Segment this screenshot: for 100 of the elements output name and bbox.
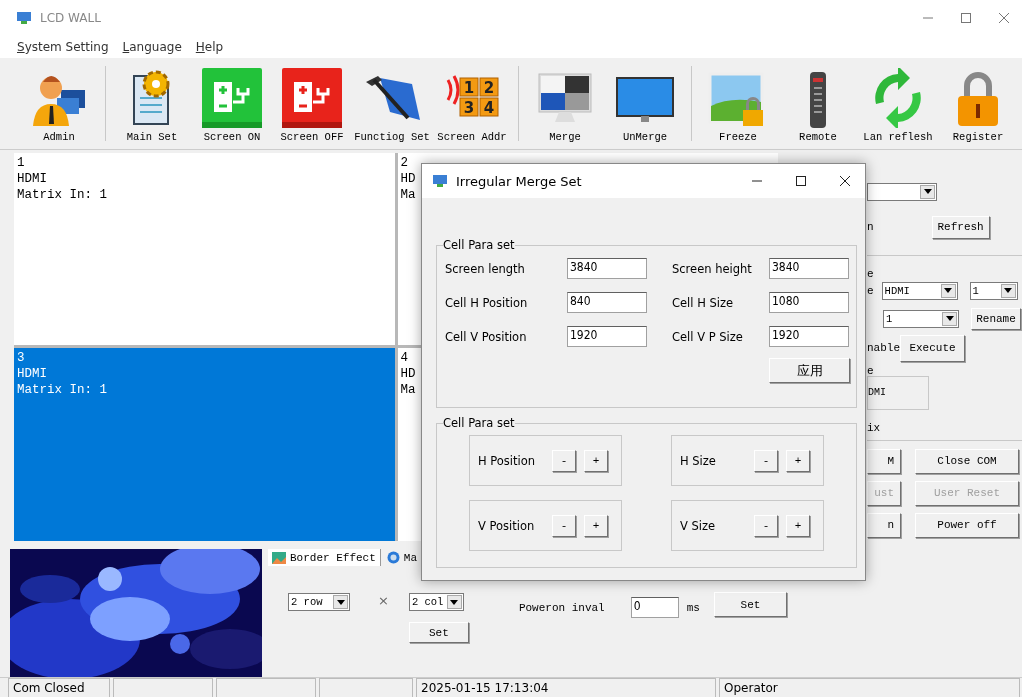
plus-button[interactable]: + [584, 449, 608, 472]
refresh-button[interactable]: Refresh [931, 215, 990, 239]
menu-item[interactable]: System Setting [17, 40, 109, 55]
toolbar-button[interactable]: Screen ON [192, 59, 272, 149]
panel-button[interactable]: M [867, 448, 901, 474]
field-label: Cell H Position [445, 295, 529, 310]
caret-icon [446, 595, 462, 609]
toolbar-button[interactable]: Register [938, 59, 1018, 149]
matrix-label: ix [867, 421, 882, 434]
picture-icon [272, 551, 286, 564]
input-field[interactable]: 1920 [769, 326, 849, 347]
plus-button[interactable]: + [786, 449, 810, 472]
cell-number: 4 [400, 350, 408, 367]
status-pane: 2025-01-15 17:13:04 [416, 678, 716, 697]
cell-matrix: Matrix In: 1 [17, 382, 107, 399]
toolbar-button[interactable]: Lan reflesh [858, 59, 938, 149]
toolbar-button[interactable]: Remote [778, 59, 858, 149]
adjust-label: H Position [478, 453, 537, 468]
input-field[interactable]: 3840 [567, 258, 647, 279]
caret-icon [1000, 283, 1016, 298]
cell-source: HDMI [17, 170, 47, 187]
minus-button[interactable]: - [754, 514, 778, 537]
battery-plug-icon [202, 67, 262, 128]
caret-icon [920, 184, 935, 199]
group-title: Cell Para set [443, 238, 515, 252]
toolbar-button[interactable]: Merge [525, 59, 605, 149]
poweron-label: Poweron inval [518, 601, 605, 614]
adjust-label: V Position [478, 518, 536, 533]
toolbar-button[interactable]: Functiog Set [352, 59, 432, 149]
minus-button[interactable]: - [552, 449, 576, 472]
panel-button[interactable]: Power off [915, 512, 1019, 538]
box-label: e [867, 365, 875, 376]
cell-number: 2 [400, 154, 408, 171]
cell-number: 1 [17, 154, 25, 171]
input-field[interactable]: 1080 [769, 292, 849, 313]
times-sign: × [378, 593, 389, 608]
remote-control-icon [810, 71, 826, 128]
maximize-icon[interactable] [795, 175, 807, 187]
set-button[interactable]: Set [713, 592, 787, 617]
set-button[interactable]: Set [408, 622, 469, 643]
monitor-icon [16, 11, 32, 26]
apply-button[interactable]: 应用 [769, 358, 850, 383]
panel-button[interactable]: Close COM [915, 448, 1019, 474]
menu-item[interactable]: Language [122, 40, 182, 55]
panel-button[interactable]: n [867, 512, 901, 538]
group-label: e [867, 267, 875, 280]
cell-matrix: Ma [400, 382, 416, 399]
field-label: Cell V Position [445, 329, 528, 344]
index-dropdown[interactable]: 1 [969, 281, 1018, 300]
cell-number: 3 [17, 350, 25, 367]
cell-source: HD [400, 366, 416, 383]
toolbar-button[interactable]: Freeze [698, 59, 778, 149]
status-pane: Com Closed [8, 678, 110, 697]
toolbar-button[interactable]: Main Set [112, 59, 192, 149]
adjust-label: H Size [680, 453, 717, 468]
window-title: LCD WALL [40, 11, 101, 26]
field-label: Screen length [445, 261, 526, 276]
screen-cell[interactable]: 1 HDMI Matrix In: 1 [14, 152, 395, 346]
cell-source: HDMI [17, 366, 47, 383]
source-label: e [867, 284, 874, 297]
field-label: Screen height [672, 261, 753, 276]
plus-button[interactable]: + [584, 514, 608, 537]
monitor-icon [432, 174, 448, 188]
close-icon[interactable] [839, 175, 851, 187]
plus-button[interactable]: + [786, 514, 810, 537]
source-dropdown[interactable]: HDMI [881, 281, 958, 300]
input-field[interactable]: 1920 [567, 326, 647, 347]
toolbar-button[interactable]: UnMerge [605, 59, 685, 149]
input-field[interactable]: 3840 [769, 258, 849, 279]
minus-button[interactable]: - [552, 514, 576, 537]
group-title: Cell Para set [443, 416, 515, 430]
input-field[interactable]: 840 [567, 292, 647, 313]
caret-icon [940, 283, 956, 298]
field-label: Cell H Size [672, 295, 735, 310]
adjust-label: V Size [680, 518, 717, 533]
unit-label: ms [686, 601, 700, 614]
tab[interactable]: Border Effect [268, 549, 381, 566]
execute-button[interactable]: Execute [900, 334, 965, 362]
source-display: DMI [867, 375, 929, 410]
rename-button[interactable]: Rename [971, 307, 1021, 330]
caret-icon [942, 311, 957, 326]
toolbar-button[interactable]: Admin [19, 59, 99, 149]
com-dropdown[interactable] [867, 182, 937, 201]
status-pane: Operator [719, 678, 1020, 697]
toolbar-button[interactable]: Screen OFF [272, 59, 352, 149]
caret-icon [333, 595, 348, 609]
battery-plug-icon [282, 67, 342, 128]
menu-item[interactable]: Help [195, 40, 224, 55]
output-dropdown[interactable]: 1 [883, 309, 959, 328]
globe-icon [386, 551, 400, 564]
field-label: Cell V P Size [672, 329, 744, 344]
cell-matrix: Matrix In: 1 [17, 186, 107, 203]
toolbar-button[interactable]: 1 2 3 4 Screen Addr [432, 59, 512, 149]
rows-dropdown[interactable]: 2 row [288, 593, 350, 611]
dialog-title: Irregular Merge Set [456, 173, 582, 189]
minus-button[interactable]: - [754, 449, 778, 472]
refresh-label: n [867, 221, 874, 234]
poweron-field[interactable]: 0 [630, 597, 679, 618]
cols-dropdown[interactable]: 2 col [408, 593, 464, 611]
screen-cell[interactable]: 3 HDMI Matrix In: 1 [14, 348, 395, 541]
